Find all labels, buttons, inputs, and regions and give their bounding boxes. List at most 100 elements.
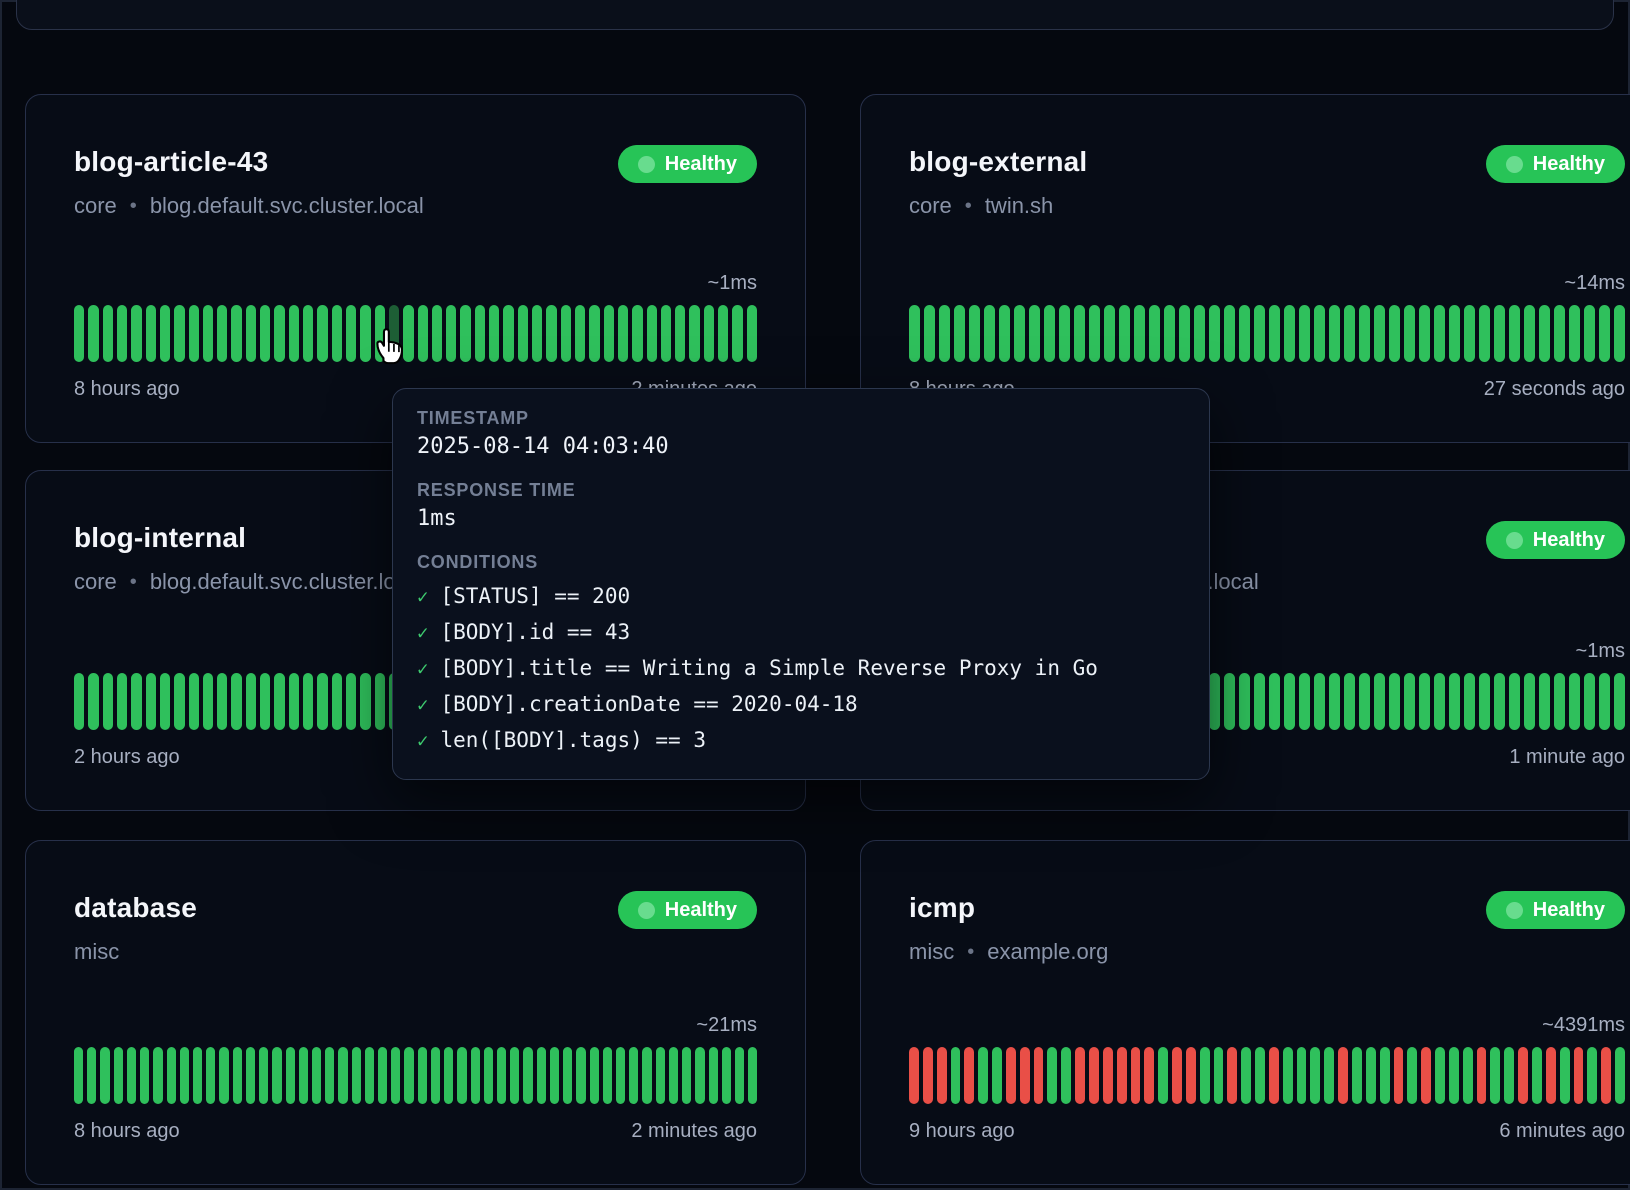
history-bar[interactable]: [937, 1047, 947, 1104]
history-bar[interactable]: [418, 1047, 427, 1104]
history-bar[interactable]: [1407, 1047, 1417, 1104]
history-bar[interactable]: [160, 305, 170, 362]
history-bar[interactable]: [432, 305, 442, 362]
history-bar[interactable]: [203, 673, 213, 730]
history-bar[interactable]: [1254, 305, 1265, 362]
history-bar[interactable]: [1587, 1047, 1597, 1104]
history-bar[interactable]: [748, 1047, 757, 1104]
history-bar[interactable]: [1569, 305, 1580, 362]
history-bar[interactable]: [1554, 673, 1565, 730]
history-bar[interactable]: [1464, 673, 1475, 730]
history-bar[interactable]: [1532, 1047, 1542, 1104]
history-bar[interactable]: [1419, 673, 1430, 730]
history-bar[interactable]: [131, 673, 141, 730]
history-bar[interactable]: [1089, 305, 1100, 362]
history-bar[interactable]: [1539, 673, 1550, 730]
history-bar[interactable]: [656, 1047, 665, 1104]
history-bar[interactable]: [74, 305, 84, 362]
history-bar[interactable]: [131, 305, 141, 362]
history-bar[interactable]: [1269, 673, 1280, 730]
history-bar[interactable]: [1463, 1047, 1473, 1104]
history-bar[interactable]: [537, 1047, 546, 1104]
history-bar[interactable]: [378, 1047, 387, 1104]
history-bar[interactable]: [1158, 1047, 1168, 1104]
history-bar[interactable]: [732, 305, 742, 362]
history-bar[interactable]: [1584, 673, 1595, 730]
history-bar[interactable]: [1504, 1047, 1514, 1104]
history-bar[interactable]: [217, 305, 227, 362]
history-bar[interactable]: [289, 673, 299, 730]
history-bar[interactable]: [576, 1047, 585, 1104]
history-bar[interactable]: [1239, 673, 1250, 730]
history-bar[interactable]: [1074, 305, 1085, 362]
history-bar[interactable]: [457, 1047, 466, 1104]
history-bar[interactable]: [1297, 1047, 1307, 1104]
history-bar[interactable]: [272, 1047, 281, 1104]
history-bar[interactable]: [1047, 1047, 1057, 1104]
history-bar[interactable]: [146, 673, 156, 730]
history-bar[interactable]: [532, 305, 542, 362]
history-bar[interactable]: [146, 305, 156, 362]
history-bar[interactable]: [964, 1047, 974, 1104]
history-bar[interactable]: [909, 1047, 919, 1104]
history-bar[interactable]: [303, 673, 313, 730]
history-bar[interactable]: [1359, 673, 1370, 730]
history-bar[interactable]: [951, 1047, 961, 1104]
history-bar[interactable]: [518, 305, 528, 362]
history-bar[interactable]: [1539, 305, 1550, 362]
history-bar[interactable]: [1089, 1047, 1099, 1104]
history-bar[interactable]: [103, 305, 113, 362]
history-bar[interactable]: [332, 305, 342, 362]
history-bar[interactable]: [160, 673, 170, 730]
history-bar[interactable]: [747, 305, 757, 362]
history-bar[interactable]: [1509, 305, 1520, 362]
history-bar[interactable]: [1269, 1047, 1279, 1104]
history-bar[interactable]: [689, 305, 699, 362]
history-bar[interactable]: [1254, 673, 1265, 730]
history-bar[interactable]: [88, 673, 98, 730]
history-bar[interactable]: [546, 305, 556, 362]
history-bar[interactable]: [1464, 305, 1475, 362]
history-bar[interactable]: [260, 673, 270, 730]
history-bar[interactable]: [1131, 1047, 1141, 1104]
history-bar[interactable]: [1546, 1047, 1556, 1104]
history-bar[interactable]: [1314, 673, 1325, 730]
history-bar[interactable]: [100, 1047, 109, 1104]
history-bar[interactable]: [233, 1047, 242, 1104]
history-bar[interactable]: [346, 673, 356, 730]
history-bar[interactable]: [1224, 673, 1235, 730]
history-bar[interactable]: [153, 1047, 162, 1104]
history-bar[interactable]: [1614, 673, 1625, 730]
history-bar[interactable]: [978, 1047, 988, 1104]
history-bar[interactable]: [1494, 305, 1505, 362]
history-bar[interactable]: [74, 1047, 83, 1104]
history-bar[interactable]: [1269, 305, 1280, 362]
history-bar[interactable]: [1310, 1047, 1320, 1104]
history-bar[interactable]: [1479, 673, 1490, 730]
history-bar[interactable]: [189, 673, 199, 730]
history-bar[interactable]: [1034, 1047, 1044, 1104]
history-bar[interactable]: [325, 1047, 334, 1104]
history-bar[interactable]: [923, 1047, 933, 1104]
history-bar[interactable]: [431, 1047, 440, 1104]
history-bar[interactable]: [360, 673, 370, 730]
history-bar[interactable]: [259, 1047, 268, 1104]
history-bar[interactable]: [1434, 673, 1445, 730]
history-bar[interactable]: [1394, 1047, 1404, 1104]
history-bar[interactable]: [484, 1047, 493, 1104]
history-bar[interactable]: [391, 1047, 400, 1104]
history-bar[interactable]: [303, 305, 313, 362]
history-bar[interactable]: [180, 1047, 189, 1104]
history-bar[interactable]: [909, 305, 920, 362]
history-bar[interactable]: [286, 1047, 295, 1104]
history-bar[interactable]: [489, 305, 499, 362]
history-bar[interactable]: [219, 1047, 228, 1104]
history-bar[interactable]: [718, 305, 728, 362]
history-bar[interactable]: [246, 1047, 255, 1104]
history-bar[interactable]: [418, 305, 428, 362]
history-bar[interactable]: [1560, 1047, 1570, 1104]
history-bar[interactable]: [661, 305, 671, 362]
history-bar[interactable]: [589, 305, 599, 362]
history-bar[interactable]: [497, 1047, 506, 1104]
history-bar[interactable]: [217, 673, 227, 730]
